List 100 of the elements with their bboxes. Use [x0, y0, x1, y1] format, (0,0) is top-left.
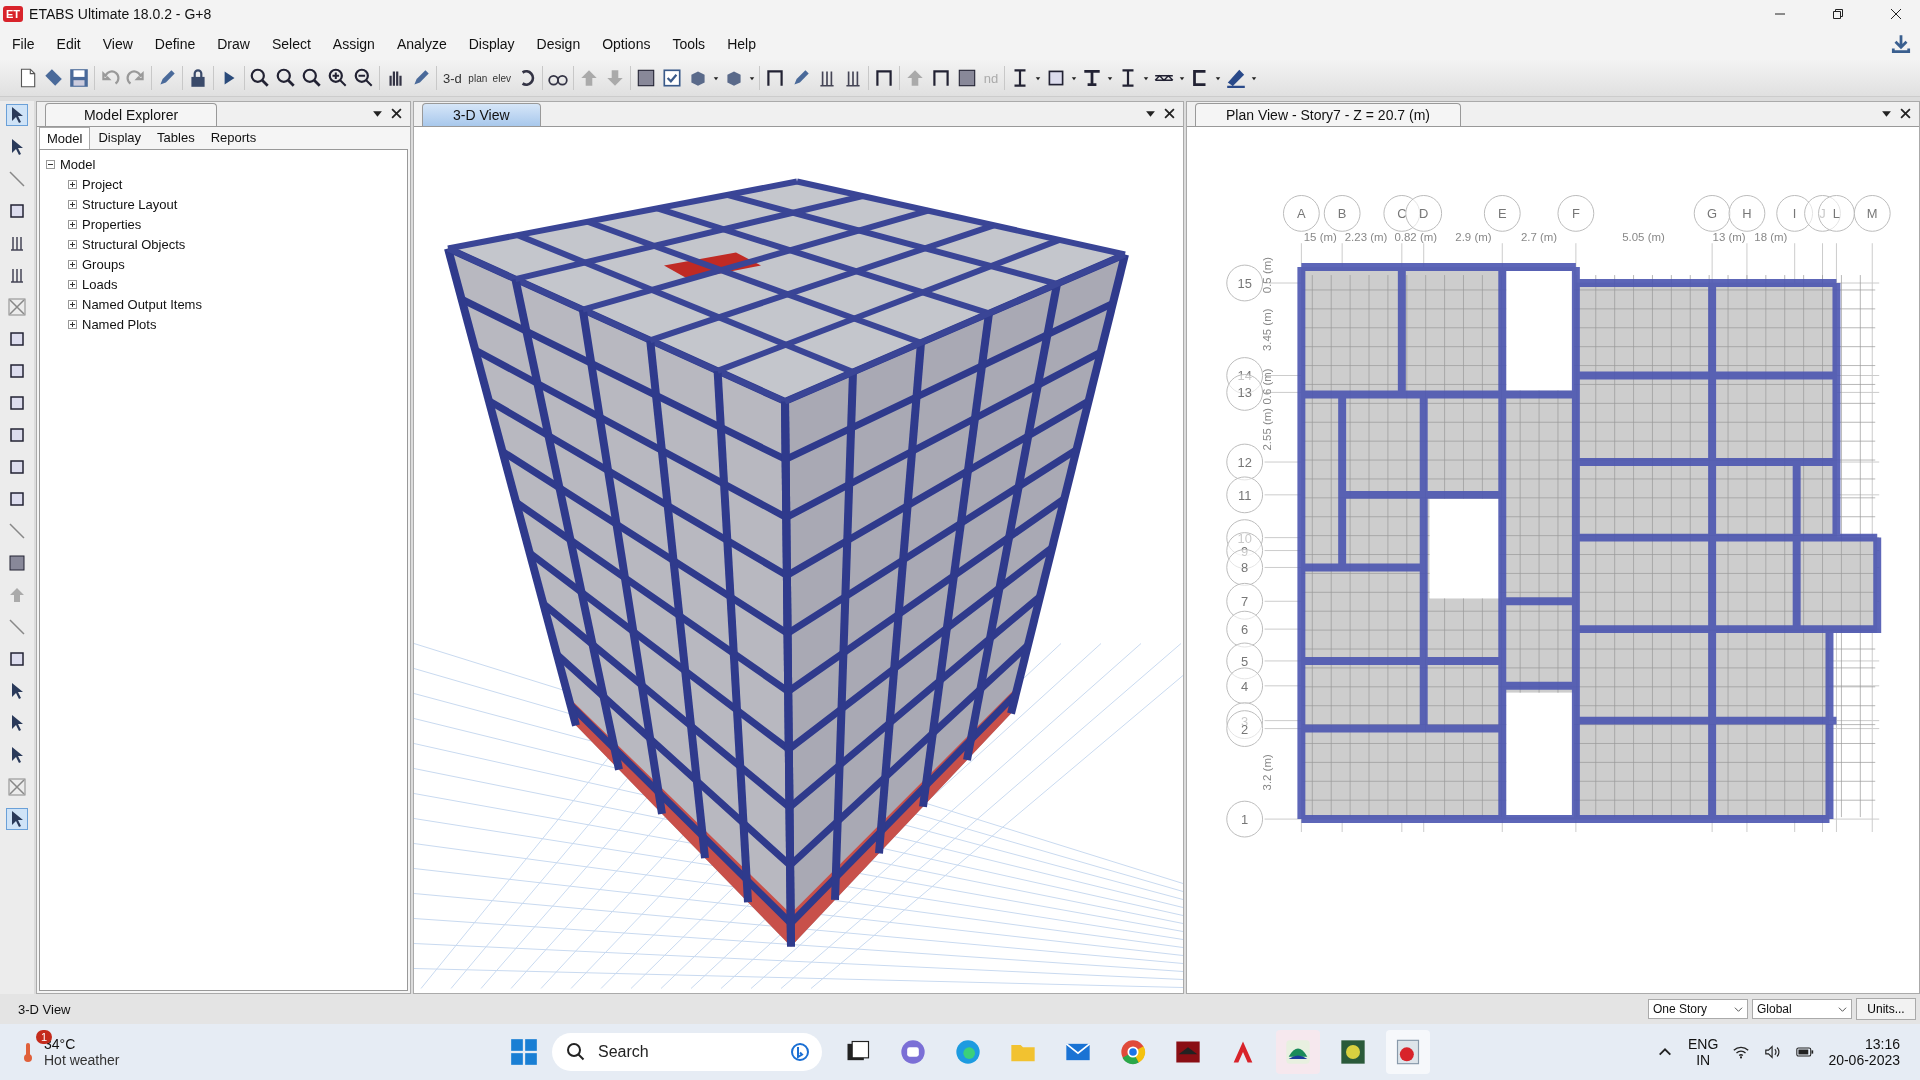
grid-bubble: 11	[1226, 476, 1264, 514]
grid-bubble: 6	[1226, 610, 1264, 648]
search-field[interactable]: Search	[552, 1033, 822, 1071]
square-icon[interactable]	[7, 329, 27, 349]
pointer-icon[interactable]	[7, 105, 27, 125]
zoom-icon[interactable]	[249, 67, 271, 89]
expand-icon[interactable]	[68, 319, 77, 329]
square-icon[interactable]	[7, 361, 27, 381]
menu-item[interactable]: Draw	[206, 36, 261, 52]
expand-icon[interactable]	[68, 299, 77, 309]
expand-icon[interactable]	[68, 279, 77, 289]
line-icon[interactable]	[7, 521, 27, 541]
wave-app-icon[interactable]	[1284, 1038, 1312, 1066]
tree-item[interactable]: Structure Layout	[82, 196, 178, 212]
collapse-icon[interactable]	[46, 159, 55, 169]
menu-item[interactable]: Tools	[661, 36, 717, 52]
grid-bubble: 15	[1226, 264, 1264, 302]
tree-item[interactable]: Named Plots	[82, 316, 157, 332]
wifi-icon[interactable]	[1732, 1044, 1751, 1060]
checkbox-icon[interactable]	[660, 67, 683, 89]
line-icon[interactable]	[7, 169, 27, 189]
tab[interactable]: Tables	[149, 126, 203, 149]
bing-icon[interactable]	[790, 1042, 810, 1062]
expand-icon[interactable]	[68, 199, 77, 209]
region-text[interactable]: IN	[1696, 1052, 1711, 1068]
menu-item[interactable]: View	[91, 36, 144, 52]
square-icon[interactable]	[7, 489, 27, 509]
tree-item[interactable]: Properties	[82, 216, 142, 232]
dimension-label: 2.9 (m)	[1455, 231, 1492, 244]
menu-item[interactable]: Design	[525, 36, 592, 52]
clock-time[interactable]: 13:16	[1864, 1036, 1900, 1052]
disc-app-icon[interactable]	[1339, 1038, 1367, 1066]
tree-item[interactable]: Named Output Items	[82, 296, 202, 312]
story-dropdown[interactable]: One Story	[1648, 999, 1748, 1019]
menu-item[interactable]: File	[10, 36, 46, 52]
start-icon[interactable]	[510, 1038, 538, 1066]
chrome-icon[interactable]	[1119, 1038, 1147, 1066]
clock-date[interactable]: 20-06-2023	[1828, 1052, 1900, 1068]
close-icon[interactable]	[1164, 108, 1175, 119]
square-icon[interactable]	[7, 425, 27, 445]
tree-item[interactable]: Structural Objects	[82, 236, 186, 252]
zoom-icon[interactable]	[275, 67, 297, 89]
restore-icon[interactable]	[1832, 8, 1844, 20]
tab[interactable]: Reports	[202, 126, 265, 149]
close-icon[interactable]	[1890, 8, 1902, 20]
battery-icon[interactable]	[1796, 1044, 1815, 1060]
expand-icon[interactable]	[68, 179, 77, 189]
toolbar-button[interactable]: plan	[467, 73, 488, 83]
dimension-label: 3.2 (m)	[1260, 754, 1273, 791]
dropdown-arrow-icon[interactable]	[372, 108, 383, 119]
dropdown-arrow-icon[interactable]	[1881, 108, 1892, 119]
cross-icon[interactable]	[7, 297, 27, 317]
close-icon[interactable]	[1900, 108, 1911, 119]
language-text[interactable]: ENG	[1688, 1036, 1719, 1052]
square-icon[interactable]	[7, 457, 27, 477]
units-button[interactable]: Units...	[1856, 998, 1916, 1020]
cross-icon[interactable]	[7, 777, 27, 797]
toolbar-button[interactable]: 3-d	[441, 70, 464, 86]
menu-item[interactable]: Define	[143, 36, 207, 52]
tree-item[interactable]: Loads	[82, 276, 118, 292]
chat-icon[interactable]	[899, 1038, 927, 1066]
chevron-down-icon[interactable]	[1838, 1004, 1847, 1014]
panel-tab[interactable]: Model Explorer	[45, 103, 217, 126]
zoom-out-icon[interactable]	[353, 67, 375, 89]
line-icon[interactable]	[7, 617, 27, 637]
view-tab[interactable]: 3-D View	[422, 103, 541, 126]
save-icon[interactable]	[68, 67, 90, 89]
zoom-icon[interactable]	[301, 67, 323, 89]
tab[interactable]: Display	[90, 126, 150, 149]
square-icon[interactable]	[7, 201, 27, 221]
download-icon[interactable]	[1890, 33, 1912, 55]
menu-item[interactable]: Help	[716, 36, 767, 52]
menu-item[interactable]: Display	[457, 36, 526, 52]
close-icon[interactable]	[391, 108, 402, 119]
toolbar-button[interactable]: elev	[491, 73, 512, 83]
brush-icon[interactable]	[1225, 67, 1248, 89]
menu-item[interactable]: Select	[260, 36, 322, 52]
menu-item[interactable]: Edit	[45, 36, 92, 52]
menu-item[interactable]: Assign	[321, 36, 386, 52]
tree-item[interactable]: Project	[82, 176, 123, 192]
menu-item[interactable]: Analyze	[385, 36, 458, 52]
expand-icon[interactable]	[68, 259, 77, 269]
dropdown-arrow-icon[interactable]	[1145, 108, 1156, 119]
pointer-icon[interactable]	[7, 809, 27, 829]
browser-icon[interactable]	[954, 1038, 982, 1066]
grid-bubble: M	[1853, 195, 1891, 232]
etabs-app-icon[interactable]	[1394, 1038, 1422, 1066]
zoom-in-icon[interactable]	[327, 67, 349, 89]
tab[interactable]: Model	[39, 127, 91, 149]
view-tab[interactable]: Plan View - Story7 - Z = 20.7 (m)	[1195, 103, 1461, 126]
expand-icon[interactable]	[68, 219, 77, 229]
chevron-down-icon[interactable]	[1734, 1004, 1743, 1014]
coordinate-dropdown[interactable]: Global	[1752, 999, 1852, 1019]
menu-item[interactable]: Options	[591, 36, 662, 52]
square-icon[interactable]	[7, 649, 27, 669]
expand-icon[interactable]	[68, 239, 77, 249]
tree-item[interactable]: Groups	[82, 256, 125, 272]
tree-item[interactable]: Model	[60, 156, 96, 172]
dimension-label: 0.82 (m)	[1394, 231, 1437, 244]
square-icon[interactable]	[7, 393, 27, 413]
